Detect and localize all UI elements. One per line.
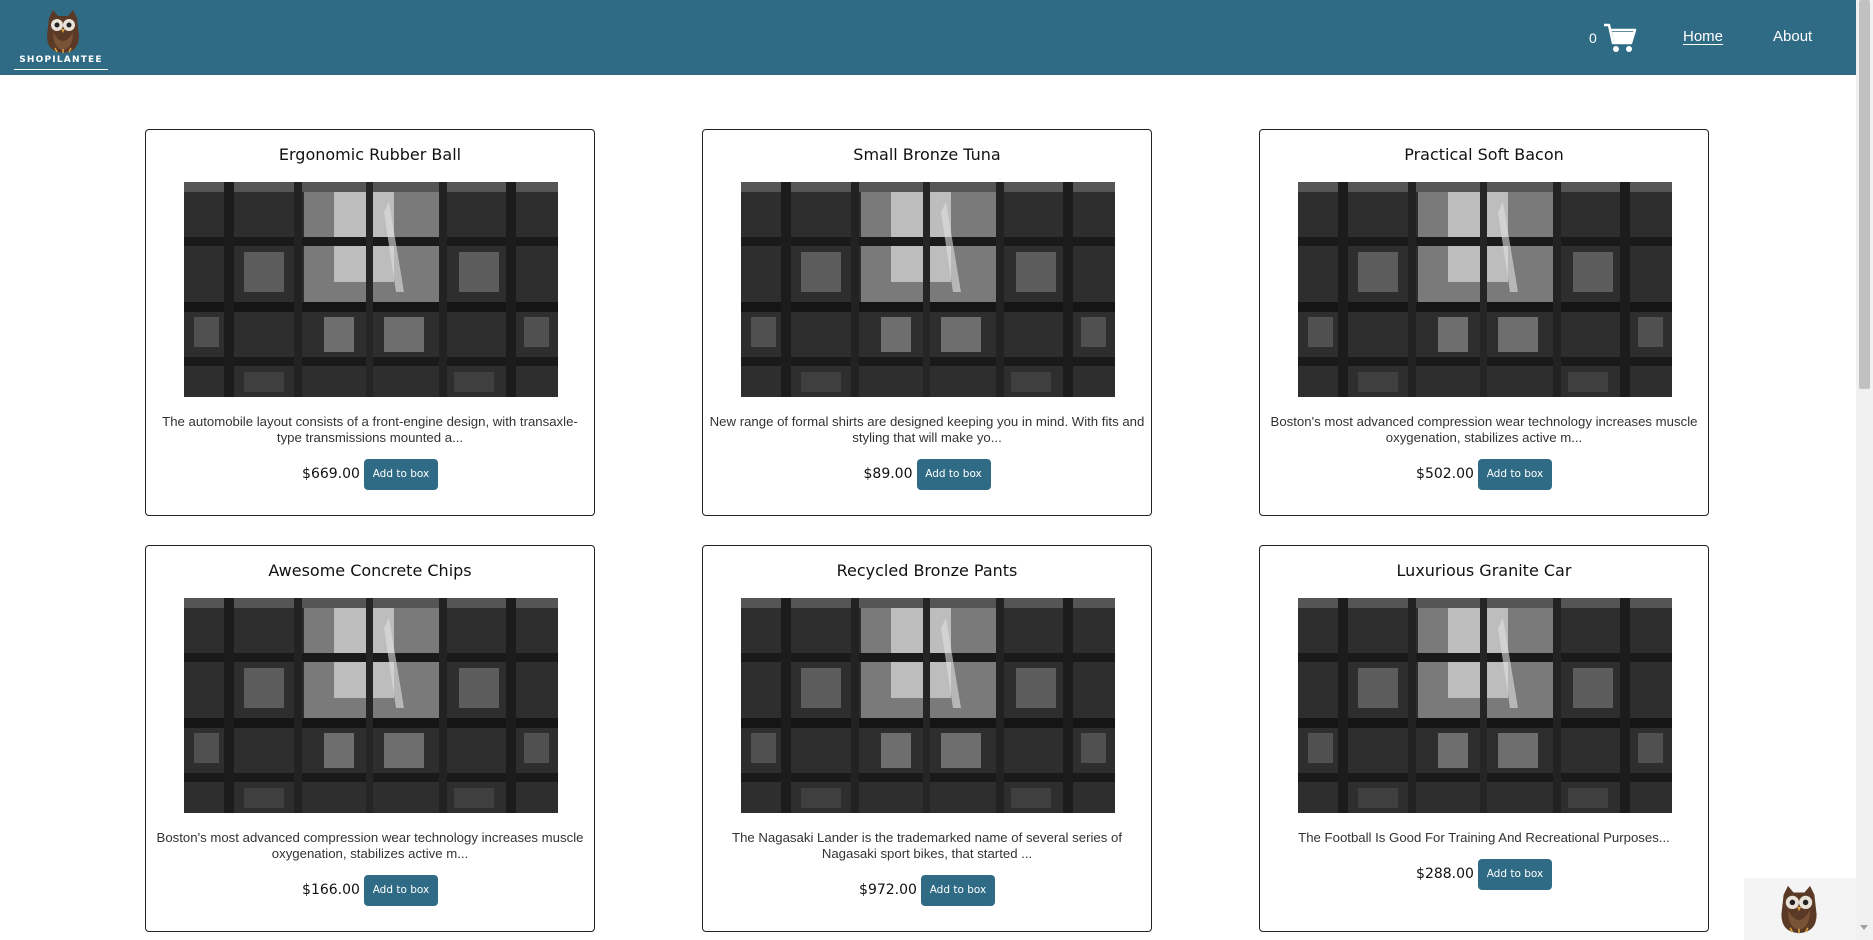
product-title: Recycled Bronze Pants [836,561,1018,580]
product-actions: $502.00 Add to box [1260,458,1708,490]
product-description: Boston's most advanced compression wear … [1270,414,1698,445]
product-card: Small Bronze Tuna New range of formal sh… [702,129,1152,516]
nav-home-link[interactable]: Home [1683,28,1723,45]
product-image [1298,182,1672,397]
scroll-down-arrow-icon[interactable] [1860,925,1868,930]
product-image [741,598,1115,813]
product-card: Luxurious Granite Car The Football Is Go… [1259,545,1709,932]
product-description: New range of formal shirts are designed … [709,414,1145,445]
shopping-cart-icon [1604,23,1637,52]
product-description: The Nagasaki Lander is the trademarked n… [732,830,1122,861]
brand-name: SHOPILANTEE [19,55,103,65]
product-description: The Football Is Good For Training And Re… [1298,830,1670,845]
add-to-box-button[interactable]: Add to box [1477,858,1552,890]
product-price: $288.00 [1416,866,1474,882]
product-card: Practical Soft Bacon Boston's most advan… [1259,129,1709,516]
add-to-box-button[interactable]: Add to box [920,874,995,906]
product-image [184,182,558,397]
product-title: Luxurious Granite Car [1396,561,1572,580]
owl-widget-icon [1777,882,1821,936]
chat-widget[interactable] [1744,878,1856,940]
product-card: Ergonomic Rubber Ball The automobile lay… [145,129,595,516]
product-card: Recycled Bronze Pants The Nagasaki Lande… [702,545,1152,932]
add-to-box-button[interactable]: Add to box [363,458,438,490]
product-title: Small Bronze Tuna [853,145,1001,164]
product-actions: $288.00 Add to box [1260,858,1708,890]
logo-underline [14,69,108,70]
scrollbar-thumb[interactable] [1859,0,1870,389]
nav-about-link[interactable]: About [1773,28,1812,45]
product-price: $502.00 [1416,466,1474,482]
product-price: $166.00 [302,882,360,898]
product-image [741,182,1115,397]
product-title: Awesome Concrete Chips [268,561,472,580]
product-actions: $166.00 Add to box [146,874,594,906]
brand-logo[interactable]: SHOPILANTEE [14,8,108,70]
product-actions: $669.00 Add to box [146,458,594,490]
product-title: Ergonomic Rubber Ball [278,145,462,164]
owl-logo-icon [43,8,83,54]
product-image [1298,598,1672,813]
product-card: Awesome Concrete Chips Boston's most adv… [145,545,595,932]
top-navbar: SHOPILANTEE 0 Home About [0,0,1856,75]
product-title: Practical Soft Bacon [1404,145,1564,164]
product-price: $89.00 [863,466,913,482]
add-to-box-button[interactable]: Add to box [1477,458,1552,490]
product-price: $669.00 [302,466,360,482]
cart-count: 0 [1589,30,1597,46]
product-price: $972.00 [859,882,917,898]
product-image [184,598,558,813]
product-description: Boston's most advanced compression wear … [156,830,584,861]
add-to-box-button[interactable]: Add to box [363,874,438,906]
product-actions: $89.00 Add to box [703,458,1151,490]
product-description: The automobile layout consists of a fron… [162,414,578,445]
product-actions: $972.00 Add to box [703,874,1151,906]
add-to-box-button[interactable]: Add to box [916,458,991,490]
vertical-scrollbar[interactable] [1856,0,1873,940]
